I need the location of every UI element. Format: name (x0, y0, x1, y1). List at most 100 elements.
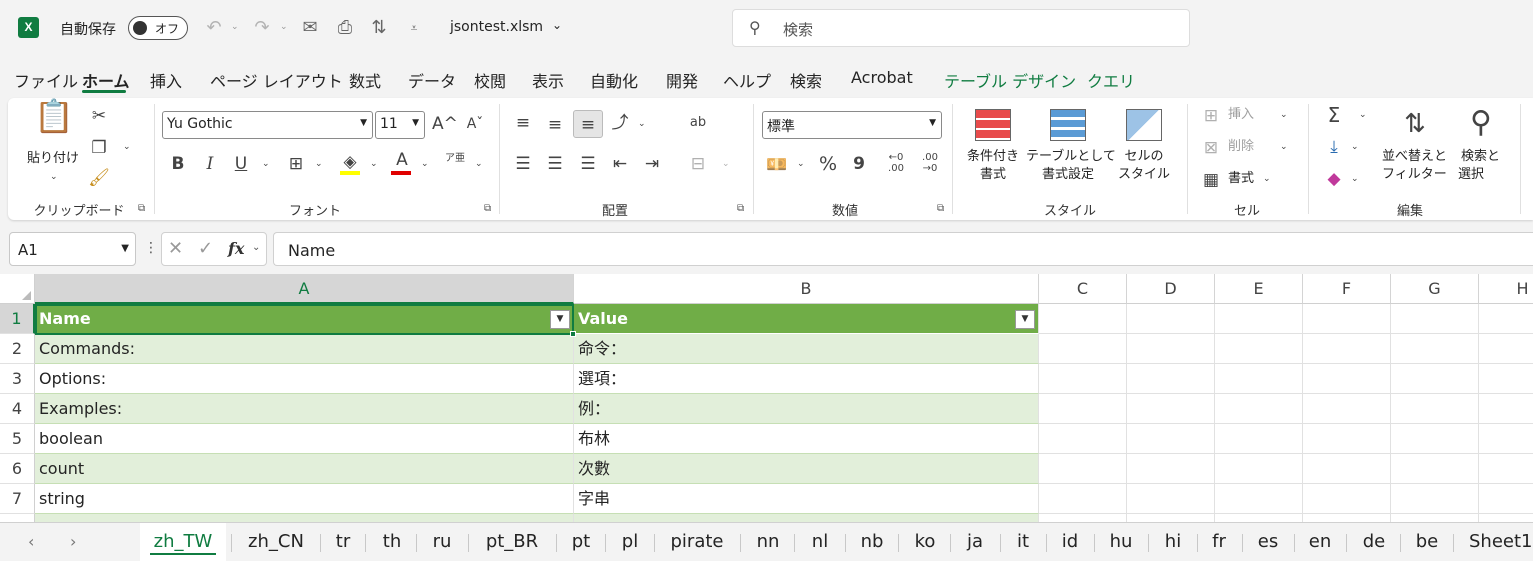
table-cell[interactable]: Options: (35, 364, 574, 394)
table-cell[interactable]: 布林 (574, 424, 1039, 454)
tab-view[interactable]: 表示 (532, 68, 564, 92)
tab-acrobat[interactable]: Acrobat (851, 68, 913, 87)
font-size-select[interactable]: 11 ▼ (375, 111, 425, 139)
send-icon[interactable]: ✉ (298, 16, 322, 40)
font-color-icon[interactable]: A (391, 150, 413, 170)
orientation-icon[interactable]: ⤴ (609, 113, 631, 133)
chevron-down-icon[interactable]: ⌄ (252, 242, 260, 253)
sort-az-icon[interactable]: ⇅ (367, 16, 391, 40)
worksheet-grid[interactable]: A B C D E F G H 1 2 3 4 5 6 7 Name ▼ Val… (0, 274, 1533, 522)
enter-icon[interactable]: ✓ (198, 238, 213, 259)
align-right-icon[interactable]: ☰ (577, 154, 599, 174)
table-cell[interactable]: Commands: (35, 334, 574, 364)
insert-function-icon[interactable]: fx (228, 239, 244, 258)
tab-search[interactable]: 検索 (790, 68, 822, 92)
decrease-decimal-button[interactable]: .00 →0 (914, 152, 946, 174)
table-cell[interactable] (574, 514, 1039, 522)
clipboard-launcher-icon[interactable]: ⧉ (138, 203, 145, 214)
sheet-tab-pt[interactable]: pt (562, 523, 600, 561)
sheet-tab-nb[interactable]: nb (851, 523, 893, 561)
cut-icon[interactable]: ✂ (88, 106, 110, 126)
table-cell[interactable]: 例： (574, 394, 1039, 424)
more-options-icon[interactable]: ⋮ (144, 240, 158, 256)
grow-font-icon[interactable]: A^ (432, 114, 458, 134)
align-top-icon[interactable]: ≡ (512, 113, 534, 133)
percent-style-button[interactable]: % (817, 154, 839, 174)
conditional-formatting-label1[interactable]: 条件付き (963, 148, 1023, 166)
copy-dropdown-icon[interactable]: ⌄ (123, 142, 131, 152)
shrink-font-icon[interactable]: Aˇ (464, 114, 486, 134)
sheet-tab-pl[interactable]: pl (611, 523, 649, 561)
find-select-label1[interactable]: 検索と (1461, 148, 1500, 166)
autosum-dropdown-icon[interactable]: ⌄ (1359, 110, 1367, 120)
conditional-formatting-label2[interactable]: 書式 (963, 166, 1023, 184)
tab-developer[interactable]: 開発 (666, 68, 698, 92)
column-header-f[interactable]: F (1303, 274, 1391, 304)
sheet-tab-hi[interactable]: hi (1153, 523, 1193, 561)
cell-styles-icon[interactable] (1126, 109, 1162, 141)
paste-dropdown-icon[interactable]: ⌄ (50, 172, 58, 182)
table-cell[interactable]: 選項： (574, 364, 1039, 394)
format-as-table-label2[interactable]: 書式設定 (1026, 166, 1110, 184)
fill-dropdown-icon[interactable]: ⌄ (1351, 142, 1359, 152)
find-select-label2[interactable]: 選択 (1458, 166, 1484, 184)
sort-filter-label1[interactable]: 並べ替えと (1382, 148, 1447, 166)
column-header-b[interactable]: B (574, 274, 1039, 304)
font-color-dropdown-icon[interactable]: ⌄ (421, 159, 429, 169)
underline-dropdown-icon[interactable]: ⌄ (262, 159, 270, 169)
filter-dropdown-icon[interactable]: ▼ (1015, 310, 1035, 329)
sheet-tab-de[interactable]: de (1353, 523, 1395, 561)
sheet-tab-nl[interactable]: nl (800, 523, 840, 561)
column-header-c[interactable]: C (1039, 274, 1127, 304)
tab-help[interactable]: ヘルプ (723, 68, 771, 92)
column-header-e[interactable]: E (1215, 274, 1303, 304)
insert-cells-label[interactable]: 挿入 (1228, 106, 1254, 124)
row-header-3[interactable]: 3 (0, 364, 35, 394)
table-cell[interactable]: 命令： (574, 334, 1039, 364)
tab-page-layout[interactable]: ページ レイアウト (210, 68, 343, 92)
comma-style-button[interactable]: 9 (850, 154, 868, 174)
sheet-tab-id[interactable]: id (1051, 523, 1089, 561)
tab-insert[interactable]: 挿入 (150, 68, 182, 92)
table-cell[interactable]: 次數 (574, 454, 1039, 484)
borders-icon[interactable]: ⊞ (285, 154, 307, 174)
tab-home[interactable]: ホーム (82, 68, 130, 92)
format-dropdown-icon[interactable]: ⌄ (1263, 174, 1271, 184)
sheet-tab-ru[interactable]: ru (420, 523, 464, 561)
italic-button[interactable]: I (200, 154, 220, 174)
phonetic-guide-icon[interactable]: ア亜 (444, 154, 466, 164)
number-launcher-icon[interactable]: ⧉ (937, 203, 944, 214)
select-all-button[interactable] (0, 274, 35, 304)
table-cell[interactable]: string (35, 484, 574, 514)
underline-button[interactable]: U (231, 154, 251, 174)
delete-dropdown-icon[interactable]: ⌄ (1280, 142, 1288, 152)
sheet-tab-pirate[interactable]: pirate (662, 523, 732, 561)
align-left-icon[interactable]: ☰ (512, 154, 534, 174)
decrease-indent-icon[interactable]: ⇤ (609, 154, 631, 174)
format-as-table-icon[interactable] (1050, 109, 1086, 141)
sort-filter-label2[interactable]: フィルター (1382, 166, 1447, 184)
sheet-tab-ko[interactable]: ko (904, 523, 946, 561)
phonetic-dropdown-icon[interactable]: ⌄ (475, 159, 483, 169)
sheet-tab-es[interactable]: es (1248, 523, 1288, 561)
table-cell[interactable]: Examples: (35, 394, 574, 424)
row-header-2[interactable]: 2 (0, 334, 35, 364)
cancel-icon[interactable]: ✕ (168, 238, 183, 259)
delete-cells-icon[interactable]: ⊠ (1200, 138, 1222, 158)
sheet-tab-fr[interactable]: fr (1202, 523, 1236, 561)
sheet-tab-it[interactable]: it (1005, 523, 1041, 561)
sheet-tab-hu[interactable]: hu (1099, 523, 1143, 561)
font-launcher-icon[interactable]: ⧉ (484, 203, 491, 214)
redo-icon[interactable]: ↷ (250, 16, 274, 40)
column-header-a[interactable]: A (35, 274, 574, 304)
format-cells-icon[interactable]: ▦ (1200, 170, 1222, 190)
insert-cells-icon[interactable]: ⊞ (1200, 106, 1222, 126)
conditional-formatting-icon[interactable] (975, 109, 1011, 141)
number-format-select[interactable]: 標準 ▼ (762, 111, 942, 139)
column-header-d[interactable]: D (1127, 274, 1215, 304)
redo-dropdown-icon[interactable]: ⌄ (280, 22, 288, 32)
clear-icon[interactable]: ◆ (1323, 169, 1345, 189)
borders-dropdown-icon[interactable]: ⌄ (315, 159, 323, 169)
paste-label[interactable]: 貼り付け (27, 150, 79, 168)
fill-color-icon[interactable]: ◈ (339, 152, 361, 172)
